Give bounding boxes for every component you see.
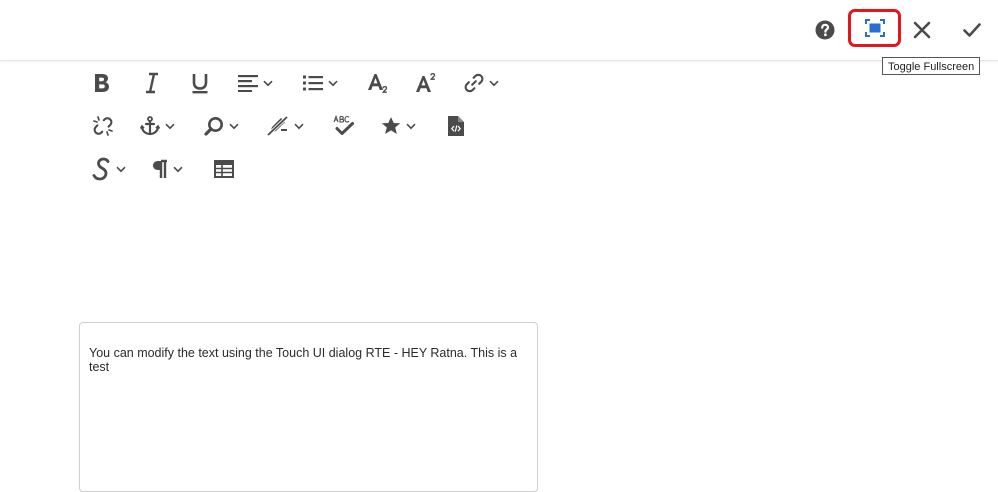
- bold-button[interactable]: [93, 68, 111, 98]
- fullscreen-icon: [864, 19, 885, 37]
- paragraph-format-icon: [153, 159, 167, 178]
- help-button[interactable]: [805, 10, 845, 50]
- subscript-button[interactable]: [367, 68, 389, 98]
- chevron-down-icon: [294, 123, 304, 129]
- source-edit-icon: [448, 116, 464, 136]
- styles-icon: [92, 157, 110, 181]
- done-button[interactable]: [952, 10, 992, 50]
- superscript-icon: [416, 72, 436, 92]
- anchor-icon: [140, 116, 160, 136]
- close-icon: [913, 21, 931, 39]
- italic-icon: [146, 72, 158, 94]
- find-replace-dropdown[interactable]: [204, 111, 239, 141]
- edit-dropdown[interactable]: [267, 111, 304, 141]
- unlink-icon: [93, 116, 113, 136]
- link-icon: [464, 73, 484, 93]
- rich-text-editor[interactable]: You can modify the text using the Touch …: [79, 322, 538, 492]
- edit-icon: [267, 116, 289, 136]
- unlink-button[interactable]: [93, 111, 113, 141]
- help-circle-icon: [815, 20, 835, 40]
- chevron-down-icon: [489, 80, 499, 86]
- editor-content: You can modify the text using the Touch …: [89, 346, 518, 374]
- styles-dropdown[interactable]: [91, 154, 126, 184]
- align-icon: [238, 75, 258, 92]
- link-dropdown[interactable]: [464, 68, 499, 98]
- table-icon: [214, 160, 234, 178]
- toggle-fullscreen-tooltip: Toggle Fullscreen: [882, 57, 981, 75]
- underline-button[interactable]: [191, 68, 209, 98]
- underline-icon: [192, 74, 208, 94]
- chevron-down-icon: [406, 123, 416, 129]
- bold-icon: [95, 74, 109, 92]
- special-characters-dropdown[interactable]: [381, 111, 416, 141]
- superscript-button[interactable]: [415, 68, 437, 98]
- chevron-down-icon: [173, 166, 183, 172]
- toggle-fullscreen-button[interactable]: [848, 9, 901, 47]
- spellcheck-button[interactable]: [333, 111, 355, 141]
- anchor-dropdown[interactable]: [140, 111, 175, 141]
- lists-dropdown[interactable]: [303, 68, 338, 98]
- italic-button[interactable]: [144, 68, 160, 98]
- table-button[interactable]: [214, 154, 234, 184]
- special-chars-icon: [381, 117, 401, 134]
- chevron-down-icon: [263, 80, 273, 86]
- top-bar: [0, 0, 998, 61]
- close-button[interactable]: [902, 10, 942, 50]
- subscript-icon: [368, 74, 388, 93]
- chevron-down-icon: [165, 123, 175, 129]
- source-edit-button[interactable]: [448, 111, 464, 141]
- chevron-down-icon: [229, 123, 239, 129]
- chevron-down-icon: [328, 80, 338, 86]
- chevron-down-icon: [116, 166, 126, 172]
- find-icon: [204, 117, 223, 136]
- justify-dropdown[interactable]: [238, 68, 273, 98]
- list-icon: [303, 75, 323, 91]
- checkmark-icon: [963, 23, 981, 37]
- paragraph-format-dropdown[interactable]: [152, 154, 183, 184]
- spellcheck-icon: [333, 115, 354, 135]
